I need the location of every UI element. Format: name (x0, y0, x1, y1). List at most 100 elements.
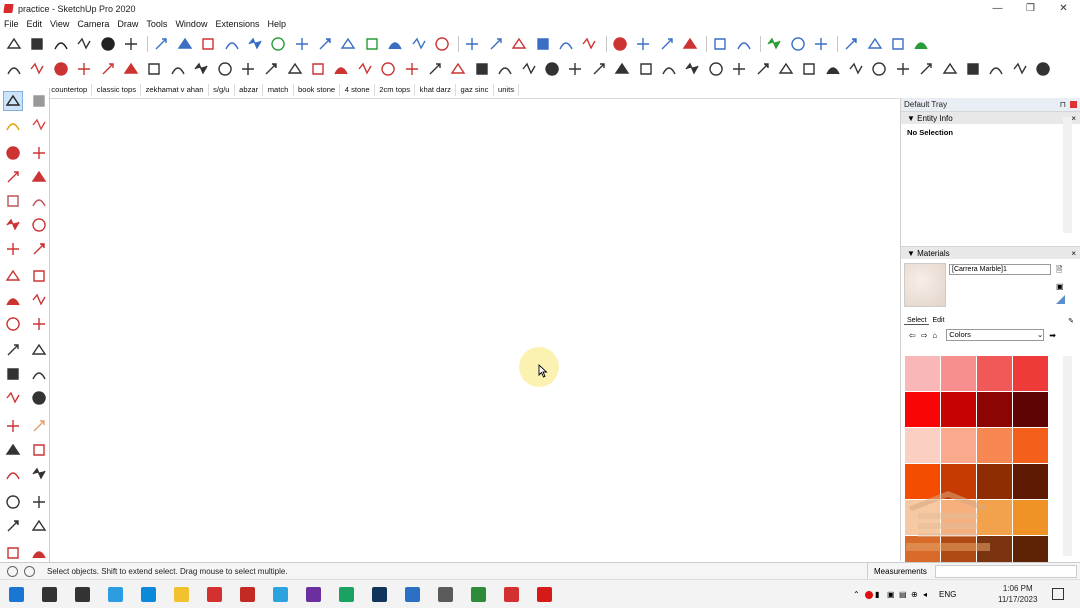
extension-tool-icon[interactable] (799, 59, 819, 79)
start-taskbar-icon[interactable] (0, 580, 33, 609)
toolbar-tool-icon[interactable] (338, 34, 358, 54)
position-camera-icon[interactable] (3, 492, 23, 512)
measurements-field[interactable] (935, 565, 1077, 578)
toolbar-tool-icon[interactable] (245, 34, 265, 54)
move-icon[interactable] (3, 266, 23, 286)
back-icon[interactable]: ⇦ (909, 331, 916, 340)
toolbar-tool-icon[interactable] (432, 34, 452, 54)
pin-icon[interactable]: ⊓ (1060, 98, 1066, 111)
create-material-icon[interactable]: 🗎 (1056, 264, 1065, 278)
tray-app-icon[interactable]: ▣ (887, 590, 897, 600)
extension-tool-icon[interactable] (776, 59, 796, 79)
text-icon[interactable] (29, 364, 49, 384)
extension-tool-icon[interactable] (331, 59, 351, 79)
extension-tool-icon[interactable] (565, 59, 585, 79)
color-swatch[interactable] (905, 428, 940, 463)
extension-tool-icon[interactable] (74, 59, 94, 79)
tag-button[interactable]: 2cm tops (375, 83, 416, 96)
extension-tool-icon[interactable] (612, 59, 632, 79)
close-button[interactable]: ✕ (1047, 0, 1080, 17)
color-swatch[interactable] (977, 392, 1012, 427)
toolbar-tool-icon[interactable] (811, 34, 831, 54)
toolbar-tool-icon[interactable] (764, 34, 784, 54)
extension-tool-icon[interactable] (191, 59, 211, 79)
tag-button[interactable]: s/g/u (209, 83, 235, 96)
extension-tool-icon[interactable] (659, 59, 679, 79)
toolbar-tool-icon[interactable] (409, 34, 429, 54)
tray-app-icon[interactable]: ▤ (899, 590, 909, 600)
menu-tools[interactable]: Tools (142, 19, 171, 29)
extension-tool-icon[interactable] (425, 59, 445, 79)
extension-tool-icon[interactable] (261, 59, 281, 79)
tag-button[interactable]: units (494, 83, 520, 96)
extension-warehouse-icon[interactable] (3, 543, 23, 563)
toolbar-tool-icon[interactable] (556, 34, 576, 54)
toolbar-tool-icon[interactable] (222, 34, 242, 54)
toolbar-tool-icon[interactable] (610, 34, 630, 54)
language-indicator[interactable]: ENG (939, 590, 956, 599)
tag-button[interactable]: abzar (235, 83, 264, 96)
color-swatch[interactable] (905, 356, 940, 391)
close-icon[interactable]: × (1071, 247, 1080, 259)
toolbar-tool-icon[interactable] (51, 34, 71, 54)
telegram-taskbar-icon[interactable] (264, 580, 297, 609)
app-globe-taskbar-icon[interactable] (462, 580, 495, 609)
eyedropper-icon[interactable]: ✎ (1068, 317, 1080, 325)
zoom-window-icon[interactable] (29, 440, 49, 460)
tag-button[interactable]: khat darz (415, 83, 457, 96)
push-pull-icon[interactable] (29, 266, 49, 286)
extension-tool-icon[interactable] (285, 59, 305, 79)
record-icon[interactable] (865, 590, 873, 599)
freehand-icon[interactable] (29, 143, 49, 163)
extension-tool-icon[interactable] (121, 59, 141, 79)
extension-tool-icon[interactable] (542, 59, 562, 79)
extension-tool-icon[interactable] (940, 59, 960, 79)
color-swatch[interactable] (977, 428, 1012, 463)
app-3-taskbar-icon[interactable] (99, 580, 132, 609)
dimension-icon[interactable] (29, 340, 49, 360)
toolbar-tool-icon[interactable] (841, 34, 861, 54)
sketchup-2-taskbar-icon[interactable] (495, 580, 528, 609)
extension-tool-icon[interactable] (98, 59, 118, 79)
tape-measure-icon[interactable] (3, 340, 23, 360)
acrobat-taskbar-icon[interactable] (231, 580, 264, 609)
menu-camera[interactable]: Camera (73, 19, 113, 29)
toolbar-tool-icon[interactable] (911, 34, 931, 54)
search-taskbar-icon[interactable] (33, 580, 66, 609)
tray-close-icon[interactable] (1070, 101, 1077, 108)
microphone-icon[interactable]: ▮ (875, 590, 885, 600)
protractor-icon[interactable] (3, 364, 23, 384)
toolbar-tool-icon[interactable] (888, 34, 908, 54)
details-arrow-icon[interactable]: ➡ (1049, 331, 1056, 340)
extension-tool-icon[interactable] (986, 59, 1006, 79)
toolbar-tool-icon[interactable] (151, 34, 171, 54)
info-icon[interactable] (24, 565, 35, 577)
toolbar-tool-icon[interactable] (486, 34, 506, 54)
toolbar-tool-icon[interactable] (74, 34, 94, 54)
app-store-taskbar-icon[interactable] (429, 580, 462, 609)
color-swatch[interactable] (905, 392, 940, 427)
extension-tool-icon[interactable] (869, 59, 889, 79)
toolbar-tool-icon[interactable] (98, 34, 118, 54)
extension-tool-icon[interactable] (893, 59, 913, 79)
menu-window[interactable]: Window (171, 19, 211, 29)
paint-bucket-icon[interactable]: ▣ (1056, 282, 1065, 291)
extension-tool-icon[interactable] (215, 59, 235, 79)
select-tool-icon[interactable] (3, 91, 23, 111)
zoom-icon[interactable] (3, 440, 23, 460)
toolbar-tool-icon[interactable] (315, 34, 335, 54)
menu-file[interactable]: File (0, 19, 23, 29)
edge-taskbar-icon[interactable] (132, 580, 165, 609)
toolbar-tool-icon[interactable] (27, 34, 47, 54)
line-tool-icon[interactable] (3, 143, 23, 163)
menu-view[interactable]: View (46, 19, 73, 29)
extension-tool-icon[interactable] (519, 59, 539, 79)
maximize-button[interactable]: ❐ (1014, 0, 1047, 17)
extension-tool-icon[interactable] (753, 59, 773, 79)
notification-icon[interactable] (1052, 588, 1064, 600)
toolbar-tool-icon[interactable] (788, 34, 808, 54)
vs-taskbar-icon[interactable] (297, 580, 330, 609)
tab-edit[interactable]: Edit (929, 317, 947, 324)
tag-button[interactable]: 4 stone (340, 83, 375, 96)
toolbar-tool-icon[interactable] (362, 34, 382, 54)
